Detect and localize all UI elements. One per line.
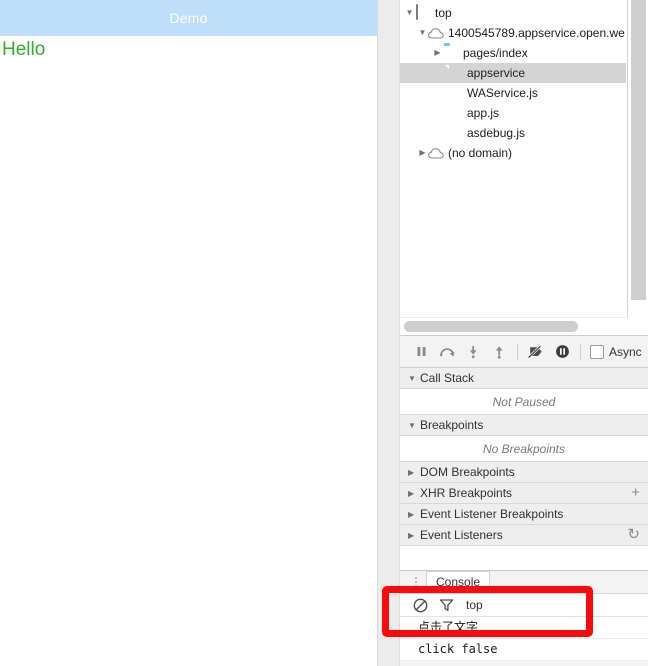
section-title: XHR Breakpoints <box>420 486 513 500</box>
async-checkbox[interactable]: Async <box>590 344 642 359</box>
drawer-more-icon[interactable]: ⋮ <box>410 576 422 588</box>
navigator-horizontal-scrollbar[interactable] <box>400 317 626 335</box>
debugger-toolbar: Async <box>400 336 648 368</box>
chevron-down-icon[interactable]: ▼ <box>417 23 428 43</box>
section-header-xhr-breakpoints[interactable]: ▶ XHR Breakpoints + <box>400 483 648 504</box>
chevron-right-icon[interactable]: ▶ <box>408 468 420 477</box>
chevron-right-icon[interactable]: ▶ <box>417 143 428 163</box>
section-title: Event Listeners <box>420 528 503 542</box>
filter-icon[interactable] <box>436 596 456 614</box>
sources-navigator-panel: ▼ top ▼ 1400545789.appservice.open.we ▶ … <box>400 0 648 336</box>
toolbar-divider <box>517 343 518 360</box>
tree-item-label: appservice <box>467 66 526 80</box>
file-tree[interactable]: ▼ top ▼ 1400545789.appservice.open.we ▶ … <box>400 0 626 317</box>
tree-item-label: WAService.js <box>467 86 538 100</box>
section-title: Event Listener Breakpoints <box>420 507 564 521</box>
deactivate-breakpoints-icon[interactable] <box>523 339 549 365</box>
chevron-down-icon[interactable]: ▼ <box>408 421 420 430</box>
debugger-sidebar: ▼ Call Stack Not Paused ▼ Breakpoints No… <box>400 368 648 570</box>
chevron-right-icon[interactable]: ▶ <box>408 510 420 519</box>
simulator-navigation-bar: Demo <box>0 0 377 36</box>
clear-console-icon[interactable] <box>410 596 430 614</box>
tree-item-appservice-domain[interactable]: ▼ 1400545789.appservice.open.we <box>400 23 626 43</box>
drawer-tab-bar: ⋮ Console <box>400 571 648 593</box>
frame-icon <box>415 4 431 21</box>
console-toolbar: top <box>400 593 648 617</box>
async-label: Async <box>609 344 642 359</box>
breakpoints-empty-message: No Breakpoints <box>400 436 648 462</box>
chevron-down-icon[interactable]: ▼ <box>404 3 415 23</box>
tree-item-waservice-js[interactable]: ▶ WAService.js <box>400 83 626 103</box>
folder-icon <box>443 45 459 61</box>
navigator-vertical-scroll-thumb[interactable] <box>631 0 646 300</box>
section-header-event-listeners[interactable]: ▶ Event Listeners ↻ <box>400 525 648 546</box>
cloud-icon <box>428 25 444 41</box>
section-title: DOM Breakpoints <box>420 465 515 479</box>
tab-console[interactable]: Console <box>426 571 491 593</box>
pause-on-exceptions-icon[interactable] <box>549 339 575 365</box>
chevron-right-icon[interactable]: ▶ <box>408 489 420 498</box>
navigator-horizontal-scroll-thumb[interactable] <box>404 321 578 332</box>
console-context-selector[interactable]: top <box>466 598 483 612</box>
step-out-icon[interactable] <box>486 339 512 365</box>
document-icon <box>447 65 463 81</box>
js-file-icon <box>447 125 463 141</box>
section-header-dom-breakpoints[interactable]: ▶ DOM Breakpoints <box>400 462 648 483</box>
simulator-hello-text[interactable]: Hello <box>2 38 377 62</box>
tree-item-label: app.js <box>467 106 500 120</box>
console-message: 点击了文字 <box>400 617 648 639</box>
refresh-event-listeners-icon[interactable]: ↻ <box>627 527 642 542</box>
cloud-icon <box>428 145 444 161</box>
pane-divider[interactable] <box>378 0 400 666</box>
tree-item-label: asdebug.js <box>467 126 526 140</box>
tree-item-label: 1400545789.appservice.open.we <box>448 26 625 40</box>
chevron-right-icon[interactable]: ▶ <box>432 43 443 63</box>
tree-item-app-js[interactable]: ▶ app.js <box>400 103 626 123</box>
sidebar-filler <box>400 546 648 570</box>
chevron-right-icon[interactable]: ▶ <box>408 531 420 540</box>
section-header-event-listener-breakpoints[interactable]: ▶ Event Listener Breakpoints <box>400 504 648 525</box>
tree-item-no-domain[interactable]: ▶ (no domain) <box>400 143 626 163</box>
simulator-page-body: Hello <box>0 36 377 62</box>
simulator-pane: Demo Hello <box>0 0 378 666</box>
section-title: Call Stack <box>420 371 475 385</box>
tree-item-label: top <box>435 6 452 20</box>
section-header-call-stack[interactable]: ▼ Call Stack <box>400 368 648 389</box>
devtools-pane: ▼ top ▼ 1400545789.appservice.open.we ▶ … <box>400 0 648 666</box>
section-header-breakpoints[interactable]: ▼ Breakpoints <box>400 415 648 436</box>
pause-resume-icon[interactable] <box>408 339 434 365</box>
tree-item-top[interactable]: ▼ top <box>400 3 626 23</box>
add-xhr-breakpoint-icon[interactable]: + <box>631 485 642 500</box>
tree-item-asdebug-js[interactable]: ▶ asdebug.js <box>400 123 626 143</box>
chevron-down-icon[interactable]: ▼ <box>408 374 420 383</box>
step-into-icon[interactable] <box>460 339 486 365</box>
simulator-page-title: Demo <box>169 10 208 26</box>
tree-item-label: pages/index <box>463 46 528 60</box>
section-title: Breakpoints <box>420 418 484 432</box>
navigator-vertical-scrollbar[interactable] <box>627 0 648 318</box>
checkbox-box[interactable] <box>590 344 604 359</box>
tree-item-label: (no domain) <box>448 146 513 160</box>
tree-item-pages-index[interactable]: ▶ pages/index <box>400 43 626 63</box>
toolbar-divider <box>580 343 581 360</box>
console-drawer: ⋮ Console top 点击了文字 click false <box>400 570 648 666</box>
step-over-icon[interactable] <box>434 339 460 365</box>
js-file-icon <box>447 105 463 121</box>
console-output: 点击了文字 click false <box>400 617 648 661</box>
call-stack-empty-message: Not Paused <box>400 389 648 415</box>
js-file-icon <box>447 85 463 101</box>
tree-item-appservice[interactable]: ▶ appservice <box>400 63 626 83</box>
console-message: click false <box>400 639 648 661</box>
